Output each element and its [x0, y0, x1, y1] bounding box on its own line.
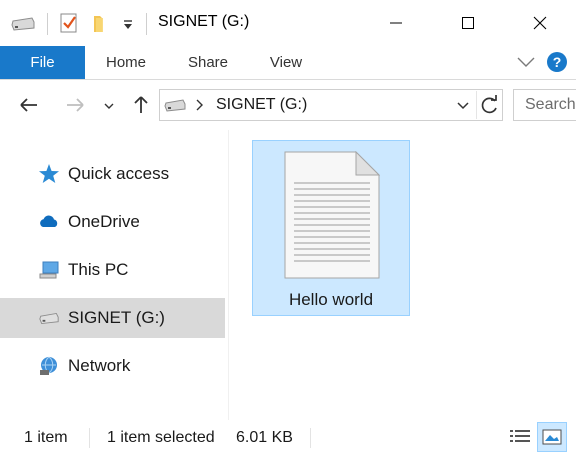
- selected-size: 6.01 KB: [236, 429, 293, 446]
- details-view-icon: [510, 430, 530, 442]
- breadcrumb-chevron-icon[interactable]: [195, 98, 205, 112]
- large-icons-view-icon: [542, 429, 562, 445]
- back-arrow-icon: [20, 98, 37, 112]
- pane-divider[interactable]: [228, 130, 229, 420]
- up-button[interactable]: [128, 92, 154, 118]
- expand-ribbon-icon[interactable]: [516, 54, 536, 70]
- refresh-button[interactable]: [476, 91, 503, 119]
- help-icon[interactable]: ?: [546, 51, 568, 73]
- address-dropdown-icon[interactable]: [456, 99, 470, 111]
- title-separator-2: [146, 13, 147, 35]
- computer-icon: [38, 259, 60, 281]
- status-separator-2: [310, 428, 311, 448]
- refresh-icon: [481, 95, 497, 114]
- window-title: SIGNET (G:): [158, 13, 250, 30]
- up-arrow-icon: [134, 96, 148, 113]
- large-icons-view-button[interactable]: [537, 422, 567, 452]
- cloud-icon: [38, 211, 60, 233]
- search-placeholder: Search: [525, 96, 576, 113]
- tab-view[interactable]: View: [251, 46, 321, 79]
- item-count: 1 item: [24, 429, 68, 446]
- drive-icon: [38, 307, 60, 329]
- close-icon: [533, 16, 547, 30]
- nav-item-network[interactable]: Network: [0, 346, 225, 386]
- text-document-icon: [284, 150, 381, 279]
- nav-item-label: SIGNET (G:): [68, 308, 165, 327]
- nav-item-label: OneDrive: [68, 212, 140, 231]
- nav-item-label: Network: [68, 356, 131, 375]
- address-drive-icon: [163, 98, 187, 113]
- maximize-button[interactable]: [432, 0, 504, 46]
- breadcrumb[interactable]: SIGNET (G:): [216, 96, 307, 114]
- nav-item-this-pc[interactable]: This PC: [0, 250, 225, 290]
- nav-item-onedrive[interactable]: OneDrive: [0, 202, 225, 242]
- svg-text:?: ?: [553, 54, 562, 70]
- recent-locations-icon[interactable]: [103, 99, 115, 111]
- tab-file[interactable]: File: [0, 46, 85, 79]
- minimize-button[interactable]: [360, 0, 432, 46]
- quick-access-dropdown-icon[interactable]: [121, 18, 135, 32]
- new-folder-icon[interactable]: [91, 12, 111, 34]
- nav-item-quick-access[interactable]: Quick access: [0, 154, 225, 194]
- minimize-icon: [390, 22, 402, 24]
- nav-item-signet-drive[interactable]: SIGNET (G:): [0, 298, 225, 338]
- close-button[interactable]: [504, 0, 576, 46]
- nav-item-label: Quick access: [68, 164, 170, 183]
- drive-icon: [10, 16, 36, 32]
- details-view-button[interactable]: [507, 425, 533, 449]
- properties-icon[interactable]: [59, 12, 79, 34]
- selected-count: 1 item selected: [107, 429, 215, 446]
- status-separator: [89, 428, 90, 448]
- network-icon: [38, 355, 60, 377]
- tab-home[interactable]: Home: [91, 46, 161, 79]
- file-name: Hello world: [288, 290, 374, 309]
- tab-share[interactable]: Share: [173, 46, 243, 79]
- nav-item-label: This PC: [68, 260, 129, 279]
- forward-button[interactable]: [60, 92, 90, 118]
- address-bar[interactable]: [159, 89, 503, 121]
- maximize-icon: [462, 17, 474, 29]
- forward-arrow-icon: [67, 98, 84, 112]
- title-separator: [47, 13, 48, 35]
- star-icon: [38, 163, 60, 185]
- back-button[interactable]: [14, 92, 44, 118]
